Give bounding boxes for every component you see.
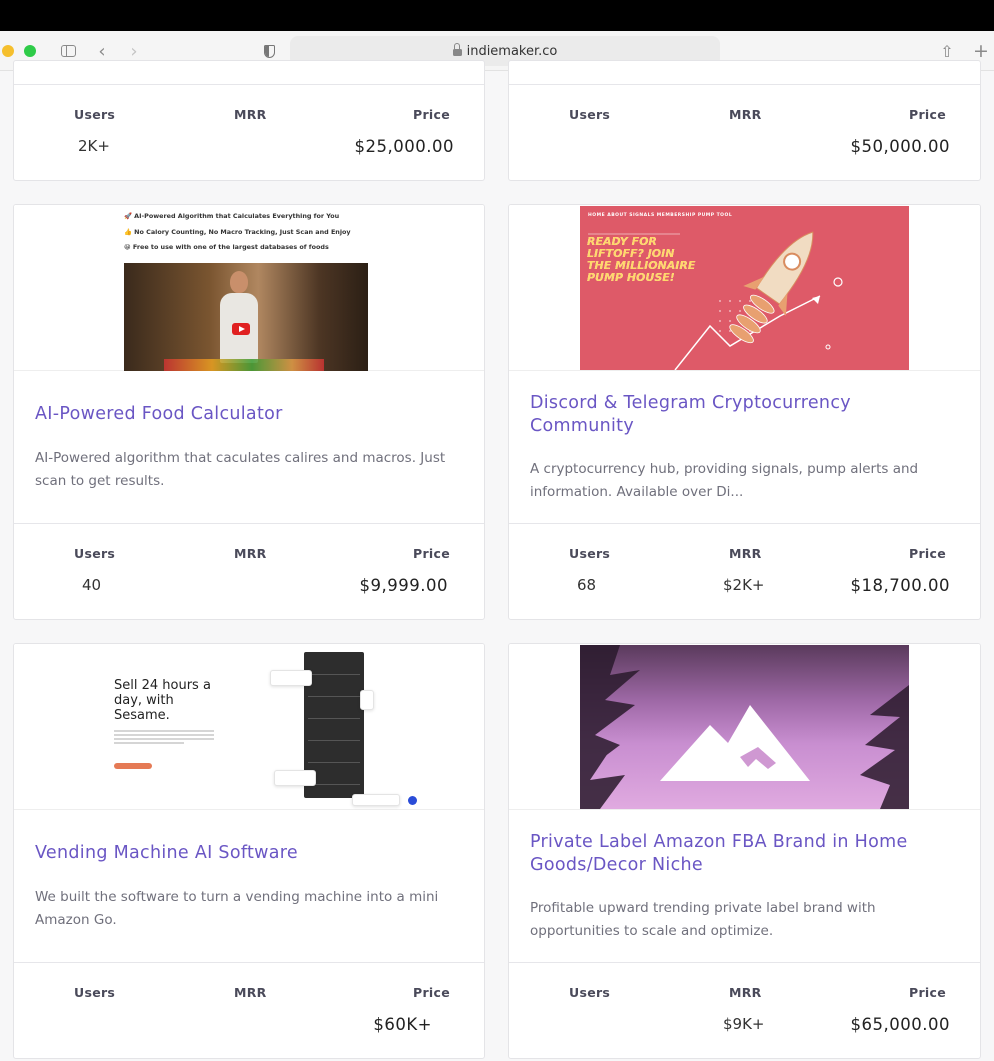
share-icon[interactable]: ⇧ (938, 40, 956, 62)
food-calculator-image: 🚀 AI-Powered Algorithm that Calculates E… (124, 207, 374, 371)
users-label: Users (74, 985, 116, 1000)
crypto-rocket-image: HOME ABOUT SIGNALS MEMBERSHIP PUMP TOOL … (580, 206, 909, 370)
mrr-value: $9K+ (723, 1015, 765, 1033)
price-label: Price (413, 546, 450, 561)
price-label: Price (909, 985, 946, 1000)
play-icon (232, 323, 250, 335)
price-label: Price (413, 107, 450, 122)
listing-description: Profitable upward trending private label… (530, 900, 876, 939)
mountain-logo-image (580, 645, 909, 809)
back-icon[interactable]: ‹ (94, 40, 110, 62)
listing-card[interactable]: 🚀 AI-Powered Algorithm that Calculates E… (13, 204, 485, 620)
price-value: $60K+ (373, 1015, 432, 1034)
video-thumbnail (124, 263, 368, 371)
users-label: Users (74, 546, 116, 561)
listing-stats: Users MRR Price 68 $2K+ $18,700.00 (509, 523, 980, 619)
users-value: 2K+ (78, 137, 110, 155)
price-value: $25,000.00 (354, 137, 454, 156)
listing-stats: Users MRR Price 40 $9,999.00 (14, 523, 484, 619)
users-value: 40 (82, 576, 102, 594)
image-text: 😀 Free to use with one of the largest da… (124, 243, 329, 251)
listing-thumbnail[interactable]: 🚀 AI-Powered Algorithm that Calculates E… (14, 205, 484, 371)
listing-title[interactable]: Vending Machine AI Software (35, 842, 444, 865)
mrr-label: MRR (234, 107, 267, 122)
listing-title[interactable]: Private Label Amazon FBA Brand in Home G… (530, 831, 940, 877)
image-cta-button (114, 763, 152, 769)
headline-line: Sell 24 hours a (114, 678, 211, 693)
price-label: Price (413, 985, 450, 1000)
image-headline: Sell 24 hours a day, with Sesame. (114, 678, 211, 723)
price-value: $9,999.00 (359, 576, 448, 595)
users-label: Users (74, 107, 116, 122)
image-text: 🚀 AI-Powered Algorithm that Calculates E… (124, 212, 340, 220)
rocket-illustration (588, 231, 843, 370)
price-value: $18,700.00 (850, 576, 950, 595)
price-value: $50,000.00 (850, 137, 950, 156)
listing-description: AI-Powered algorithm that caculates cali… (35, 450, 446, 489)
headline-line: day, with (114, 693, 174, 708)
listing-card[interactable]: Users MRR Price $50,000.00 (508, 60, 981, 181)
url-text: indiemaker.co (466, 43, 558, 59)
listing-card[interactable]: Users MRR Price 2K+ $25,000.00 (13, 60, 485, 181)
vending-machine-image: Sell 24 hours a day, with Sesame. (114, 646, 417, 808)
mrr-label: MRR (234, 546, 267, 561)
users-label: Users (569, 985, 611, 1000)
listing-card[interactable]: HOME ABOUT SIGNALS MEMBERSHIP PUMP TOOL … (508, 204, 981, 620)
users-label: Users (569, 546, 611, 561)
users-label: Users (569, 107, 611, 122)
listing-stats: Users MRR Price $50,000.00 (509, 84, 980, 180)
mountain-logo (580, 645, 909, 809)
mrr-label: MRR (234, 985, 267, 1000)
users-value: 68 (577, 576, 597, 594)
price-label: Price (909, 107, 946, 122)
mrr-value: $2K+ (723, 576, 765, 594)
headline-line: Sesame. (114, 708, 170, 723)
listing-description: A cryptocurrency hub, providing signals,… (530, 461, 919, 500)
listing-title[interactable]: AI-Powered Food Calculator (35, 403, 444, 426)
mrr-label: MRR (729, 985, 762, 1000)
minimize-button[interactable] (2, 45, 14, 57)
mrr-label: MRR (729, 546, 762, 561)
listing-description: We built the software to turn a vending … (35, 889, 439, 928)
forward-icon[interactable]: › (126, 40, 142, 62)
listing-card[interactable]: Private Label Amazon FBA Brand in Home G… (508, 643, 981, 1059)
sidebar-icon[interactable] (58, 40, 78, 62)
listing-thumbnail[interactable]: Sell 24 hours a day, with Sesame. (14, 644, 484, 810)
listing-stats: Users MRR Price $9K+ $65,000.00 (509, 962, 980, 1058)
new-tab-icon[interactable]: + (972, 40, 990, 62)
price-value: $65,000.00 (850, 1015, 950, 1034)
image-text: 👍 No Calory Counting, No Macro Tracking,… (124, 228, 351, 236)
image-body-text (114, 730, 214, 746)
shield-icon[interactable] (260, 40, 278, 62)
listing-stats: Users MRR Price $60K+ (14, 962, 484, 1058)
lock-icon (452, 42, 462, 58)
maximize-button[interactable] (24, 45, 36, 57)
listing-title[interactable]: Discord & Telegram Cryptocurrency Commun… (530, 392, 940, 438)
listing-thumbnail[interactable] (509, 644, 980, 810)
price-label: Price (909, 546, 946, 561)
screen-top-bar (0, 0, 994, 31)
listing-thumbnail[interactable]: HOME ABOUT SIGNALS MEMBERSHIP PUMP TOOL … (509, 205, 980, 371)
mrr-label: MRR (729, 107, 762, 122)
listing-card[interactable]: Sell 24 hours a day, with Sesame. Vendin… (13, 643, 485, 1059)
listing-stats: Users MRR Price 2K+ $25,000.00 (14, 84, 484, 180)
